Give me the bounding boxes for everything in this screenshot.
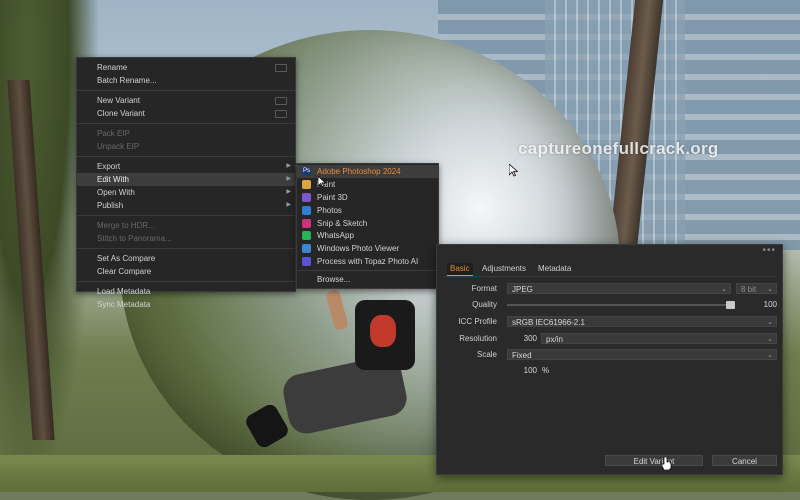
tab-basic[interactable]: Basic [447, 263, 473, 276]
menu-separator [77, 215, 295, 216]
menu-item-stitch-to-panorama: Stitch to Panorama... [97, 234, 172, 243]
bit-depth-select[interactable]: 8 bit ⌄ [736, 283, 777, 294]
quality-value[interactable]: 100 [745, 299, 777, 311]
paint-icon [302, 179, 311, 189]
chevron-down-icon: ⌄ [767, 352, 773, 359]
submenu-item-snip-sketch[interactable]: Snip & Sketch [297, 217, 438, 230]
chevron-down-icon: ⌄ [767, 336, 773, 343]
menu-item-unpack-eip: Unpack EIP [97, 142, 140, 151]
icc-profile-label: ICC Profile [458, 317, 497, 326]
menu-item-load-metadata[interactable]: Load Metadata [77, 285, 295, 298]
quality-row: Quality 100 [437, 299, 782, 311]
submenu-arrow-icon: ▶ [286, 176, 291, 182]
resolution-label: Resolution [459, 334, 497, 343]
dialog-tabs: Basic Adjustments Metadata [443, 263, 776, 277]
submenu-arrow-icon: ▶ [286, 189, 291, 195]
photoshop-icon: Ps [302, 167, 311, 176]
percent-sign: % [542, 366, 550, 375]
resolution-input[interactable]: 300 [507, 333, 537, 345]
format-row: Format JPEG ⌄ 8 bit ⌄ [437, 283, 782, 295]
submenu-arrow-icon: ▶ [286, 202, 291, 208]
tab-adjustments[interactable]: Adjustments [479, 263, 529, 275]
menu-separator [77, 248, 295, 249]
menu-separator [77, 281, 295, 282]
submenu-item-process-with-topaz-photo-ai[interactable]: Process with Topaz Photo AI [297, 255, 438, 268]
running-person [243, 288, 420, 465]
menu-item-clone-variant[interactable]: Clone Variant [77, 107, 295, 120]
scale-select[interactable]: Fixed ⌄ [507, 349, 777, 360]
quality-slider[interactable] [507, 301, 735, 309]
resolution-unit-select[interactable]: px/in ⌄ [541, 333, 777, 344]
quality-slider-handle[interactable] [726, 301, 735, 309]
icc-row: ICC Profile sRGB IEC61966-2.1 ⌄ [437, 316, 782, 328]
menu-item-pack-eip: Pack EIP [97, 129, 130, 138]
shortcut-key-icon [275, 97, 287, 105]
snip-icon [302, 218, 311, 228]
chevron-down-icon: ⌄ [767, 286, 773, 293]
menu-item-publish[interactable]: Publish ▶ [77, 199, 295, 212]
menu-item-merge-to-hdr: Merge to HDR... [97, 221, 155, 230]
photo-viewer-icon [302, 244, 311, 254]
photos-icon [302, 205, 311, 215]
format-select[interactable]: JPEG ⌄ [507, 283, 731, 294]
menu-item-sync-metadata[interactable]: Sync Metadata [77, 298, 295, 311]
menu-item-set-as-compare[interactable]: Set As Compare [77, 252, 295, 265]
icc-profile-select[interactable]: sRGB IEC61966-2.1 ⌄ [507, 316, 777, 327]
menu-item-export[interactable]: Export ▶ [77, 160, 295, 173]
watermark-text: captureonefullcrack.org [518, 139, 719, 158]
menu-item-new-variant[interactable]: New Variant [77, 94, 295, 107]
scale-percent-input[interactable]: 100 [507, 365, 537, 377]
menu-item-rename[interactable]: Rename [77, 61, 295, 74]
shortcut-key-icon [275, 110, 287, 118]
chevron-down-icon: ⌄ [721, 286, 727, 293]
submenu-item-photos[interactable]: Photos [297, 204, 438, 217]
edit-variant-button[interactable]: Edit Variant [605, 455, 703, 466]
cancel-button[interactable]: Cancel [712, 455, 777, 466]
tab-metadata[interactable]: Metadata [535, 263, 574, 275]
menu-item-batch-rename[interactable]: Batch Rename... [77, 74, 295, 87]
whatsapp-icon [302, 231, 311, 241]
scale-label: Scale [476, 350, 497, 359]
submenu-item-windows-photo-viewer[interactable]: Windows Photo Viewer [297, 242, 438, 255]
menu-item-edit-with[interactable]: Edit With ▶ [77, 173, 295, 186]
export-variant-dialog: ••• Basic Adjustments Metadata Format JP… [436, 244, 783, 475]
menu-item-clear-compare[interactable]: Clear Compare [77, 265, 295, 278]
scale-percent-row: 100 % [437, 365, 782, 377]
resolution-row: Resolution 300 px/in ⌄ [437, 333, 782, 345]
menu-separator [77, 156, 295, 157]
menu-item-open-with[interactable]: Open With ▶ [77, 186, 295, 199]
scale-row: Scale Fixed ⌄ [437, 349, 782, 361]
context-menu: Rename Batch Rename... New Variant Clone Va… [76, 57, 296, 309]
menu-separator [77, 123, 295, 124]
submenu-item-whatsapp[interactable]: WhatsApp [297, 229, 438, 242]
quality-label: Quality [472, 300, 497, 309]
submenu-item-browse[interactable]: Browse... [297, 273, 438, 286]
submenu-arrow-icon: ▶ [286, 163, 291, 169]
dialog-options-dots[interactable]: ••• [762, 245, 776, 256]
menu-separator [77, 90, 295, 91]
topaz-icon [302, 257, 311, 267]
paint3d-icon [302, 192, 311, 202]
format-label: Format [471, 284, 497, 293]
chevron-down-icon: ⌄ [767, 319, 773, 326]
shortcut-key-icon [275, 64, 287, 72]
submenu-item-paint-3d[interactable]: Paint 3D [297, 191, 438, 204]
menu-separator [297, 270, 438, 272]
